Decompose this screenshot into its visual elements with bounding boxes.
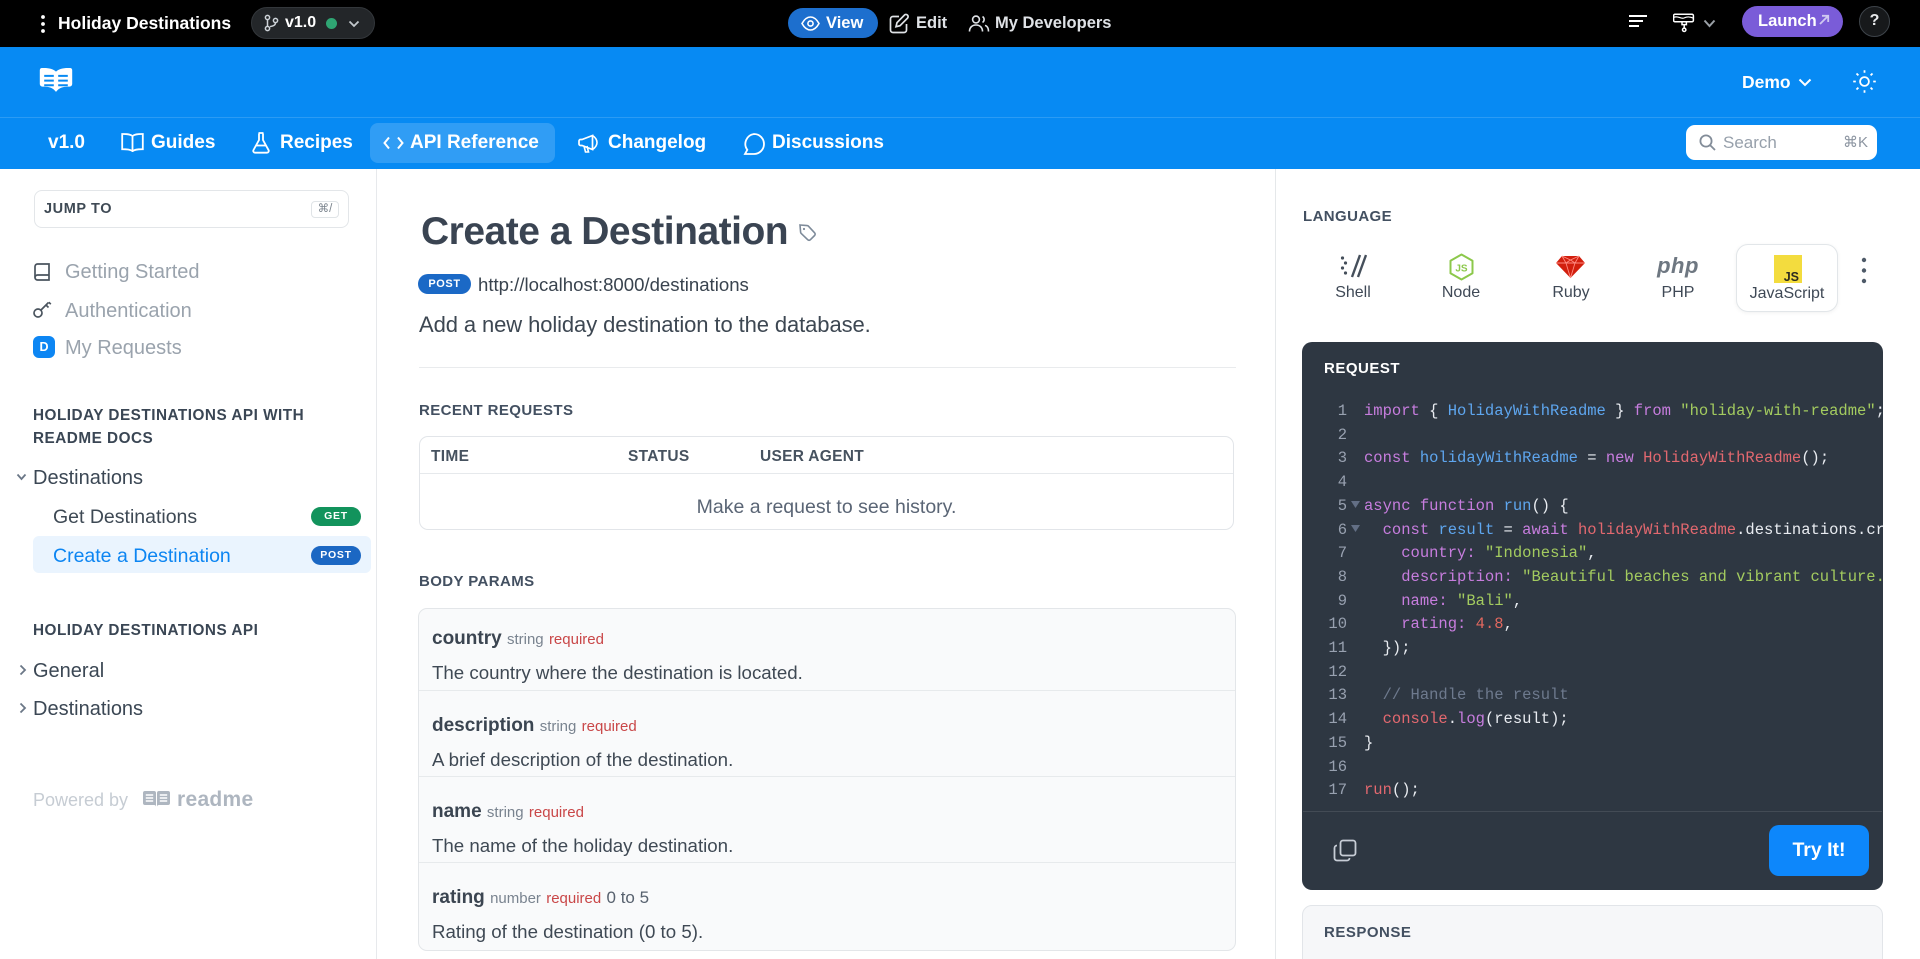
svg-text:JS: JS bbox=[1455, 264, 1468, 275]
